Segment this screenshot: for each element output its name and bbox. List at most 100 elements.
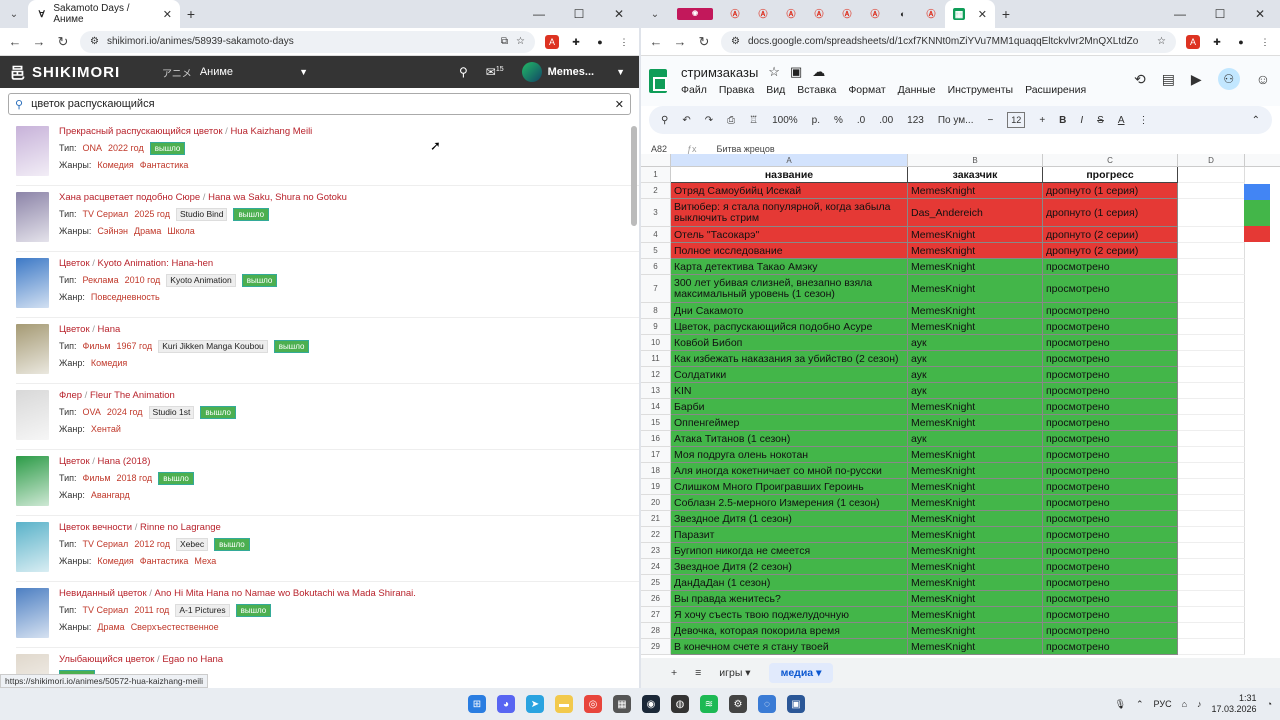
anime-year-link[interactable]: 2012 год: [134, 539, 170, 550]
studio-tag[interactable]: Studio Bind: [175, 208, 228, 221]
percent-format-icon[interactable]: %: [834, 115, 843, 126]
row-number[interactable]: 1: [641, 167, 671, 183]
tray-chevron-icon[interactable]: ⌃: [1136, 699, 1144, 710]
list-item[interactable]: Хана расцветает подобно Сюре / Hana wa S…: [16, 186, 639, 252]
url-field-right[interactable]: ⚙ docs.google.com/spreadsheets/d/1cxf7KN…: [721, 30, 1176, 53]
cell-progress[interactable]: просмотрено: [1043, 367, 1178, 383]
cell-empty[interactable]: [1178, 575, 1245, 591]
more-tools-icon[interactable]: ⋮: [1139, 115, 1149, 126]
discord-icon[interactable]: ◕: [497, 695, 515, 713]
all-sheets-icon[interactable]: ≡: [695, 667, 701, 679]
tab-9[interactable]: Ⓐ: [917, 0, 945, 28]
row-number[interactable]: 5: [641, 243, 671, 259]
row-number[interactable]: 12: [641, 367, 671, 383]
tab-6[interactable]: Ⓐ: [833, 0, 861, 28]
anime-title[interactable]: Флер / Fleur The Animation: [59, 390, 236, 401]
cell-empty[interactable]: [1178, 495, 1245, 511]
cell-customer[interactable]: MemesKnight: [908, 575, 1043, 591]
cell-title[interactable]: ДанДаДан (1 сезон): [671, 575, 908, 591]
anime-year-link[interactable]: 2025 год: [134, 209, 170, 220]
col-header-a[interactable]: A: [671, 154, 908, 166]
tab-3[interactable]: Ⓐ: [749, 0, 777, 28]
new-tab-button-right[interactable]: +: [995, 6, 1017, 22]
row-number[interactable]: 18: [641, 463, 671, 479]
bold-icon[interactable]: B: [1059, 115, 1066, 126]
app-icon[interactable]: ⚙: [729, 695, 747, 713]
genre-link[interactable]: Хентай: [91, 424, 121, 435]
cell-progress[interactable]: дропнуто (1 серия): [1043, 199, 1178, 227]
list-item[interactable]: Цветок вечности / Rinne no Lagrange Тип: T…: [16, 516, 639, 582]
bookmark-star-icon[interactable]: ☆: [516, 36, 525, 47]
cell-empty[interactable]: [1178, 227, 1245, 243]
cell-customer[interactable]: MemesKnight: [908, 399, 1043, 415]
cell-empty[interactable]: [1178, 199, 1245, 227]
cell-title[interactable]: Атака Титанов (1 сезон): [671, 431, 908, 447]
cell-progress[interactable]: просмотрено: [1043, 351, 1178, 367]
obs-icon[interactable]: ◍: [671, 695, 689, 713]
cell-empty[interactable]: [1178, 447, 1245, 463]
menu-icon[interactable]: ⋮: [1258, 35, 1272, 49]
cell-customer[interactable]: MemesKnight: [908, 319, 1043, 335]
install-icon[interactable]: ⧉: [501, 36, 508, 47]
tab-search-icon[interactable]: ⌄: [0, 9, 28, 20]
row-number[interactable]: 11: [641, 351, 671, 367]
cell-empty[interactable]: [1178, 623, 1245, 639]
anime-type-link[interactable]: ONA: [83, 143, 103, 154]
cell-progress[interactable]: просмотрено: [1043, 543, 1178, 559]
row-number[interactable]: 3: [641, 199, 671, 227]
cell-progress[interactable]: дропнуто (2 серии): [1043, 227, 1178, 243]
menu-item[interactable]: Данные: [898, 84, 936, 96]
cell-progress[interactable]: просмотрено: [1043, 431, 1178, 447]
cell-title[interactable]: Отель "Тасокарэ": [671, 227, 908, 243]
tab-pinned-1[interactable]: ◉: [669, 0, 721, 28]
row-number[interactable]: 23: [641, 543, 671, 559]
calendar-icon[interactable]: ▦: [613, 695, 631, 713]
cell-customer[interactable]: MemesKnight: [908, 607, 1043, 623]
start-icon[interactable]: ⊞: [468, 695, 486, 713]
shikimori-logo[interactable]: ⾢ SHIKIMORI: [10, 62, 120, 83]
adblock-icon[interactable]: A: [1186, 34, 1200, 49]
cell-empty[interactable]: [1178, 639, 1245, 655]
italic-icon[interactable]: I: [1080, 115, 1083, 126]
row-number[interactable]: 16: [641, 431, 671, 447]
row-number[interactable]: 21: [641, 511, 671, 527]
move-folder-icon[interactable]: ▣: [790, 64, 802, 80]
anime-title[interactable]: Улыбающийся цветок / Egao no Hana: [59, 654, 223, 665]
tab-4[interactable]: Ⓐ: [777, 0, 805, 28]
text-color-icon[interactable]: A: [1118, 115, 1125, 126]
paint-format-icon[interactable]: ♖: [749, 115, 758, 126]
header-cell-name[interactable]: название: [671, 167, 908, 183]
cell-title[interactable]: KIN: [671, 383, 908, 399]
cell-title[interactable]: Цветок, распускающийся подобно Асуре: [671, 319, 908, 335]
cell-customer[interactable]: аук: [908, 383, 1043, 399]
cell-title[interactable]: Бугипоп никогда не смеется: [671, 543, 908, 559]
cell-progress[interactable]: просмотрено: [1043, 415, 1178, 431]
cell-progress[interactable]: просмотрено: [1043, 399, 1178, 415]
anime-title[interactable]: Невиданный цветок / Ano Hi Mita Hana no …: [59, 588, 416, 599]
search-input[interactable]: [31, 98, 607, 110]
cell-customer[interactable]: MemesKnight: [908, 183, 1043, 199]
history-icon[interactable]: ⟲: [1134, 71, 1146, 88]
anime-poster[interactable]: [16, 324, 49, 374]
cell-customer[interactable]: аук: [908, 335, 1043, 351]
account-avatar[interactable]: ☺: [1256, 71, 1270, 87]
forward-icon[interactable]: →: [673, 34, 687, 49]
cell-progress[interactable]: дропнуто (1 серия): [1043, 183, 1178, 199]
anime-poster[interactable]: [16, 522, 49, 572]
extensions-icon[interactable]: ✚: [1210, 35, 1224, 49]
cell-customer[interactable]: Das_Andereich: [908, 199, 1043, 227]
user-menu[interactable]: Memes... ▼: [521, 62, 625, 82]
number-format-icon[interactable]: 123: [907, 115, 924, 126]
comments-icon[interactable]: ▤: [1162, 71, 1175, 88]
anime-type-link[interactable]: Реклама: [83, 275, 119, 286]
row-number[interactable]: 8: [641, 303, 671, 319]
mail-icon[interactable]: ✉15: [486, 65, 504, 79]
row-number[interactable]: 22: [641, 527, 671, 543]
cell-title[interactable]: Слишком Много Проигравших Героинь: [671, 479, 908, 495]
anime-poster[interactable]: [16, 588, 49, 638]
new-tab-button[interactable]: +: [180, 6, 202, 22]
cell-title[interactable]: Я хочу съесть твою поджелудочную: [671, 607, 908, 623]
cell-empty[interactable]: [1178, 415, 1245, 431]
menu-item[interactable]: Формат: [848, 84, 885, 96]
menu-item[interactable]: Инструменты: [948, 84, 1013, 96]
